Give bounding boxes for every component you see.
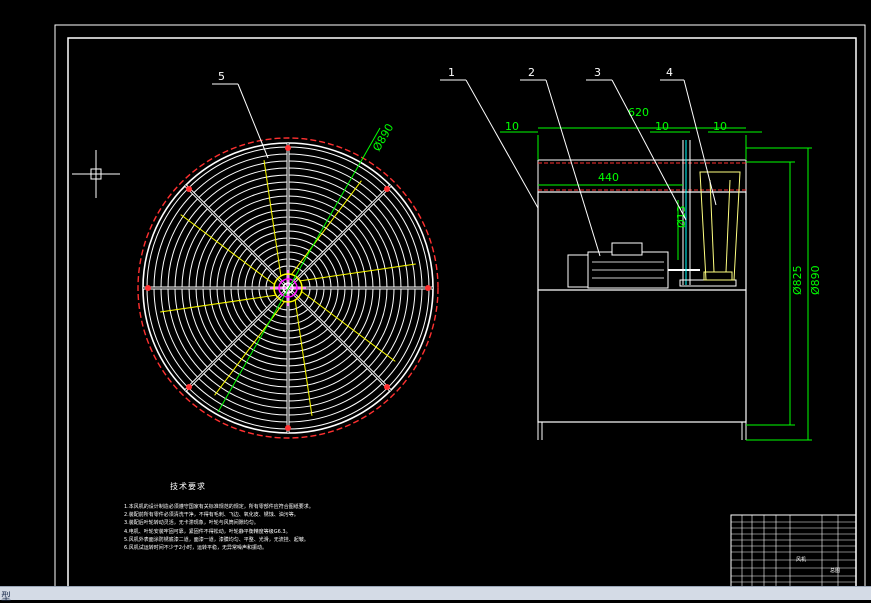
technical-requirements-title: 技术要求	[170, 482, 206, 491]
part-label-1: 1	[448, 66, 455, 79]
guard-mount-point	[383, 383, 390, 390]
dim-width-440: 440	[598, 171, 619, 184]
guard-mount-point	[186, 186, 193, 193]
part-label-5: 5	[218, 70, 225, 83]
title-block-drawing-type: 总图	[830, 567, 840, 574]
fan-blade	[214, 301, 285, 396]
guard-spoke-gap	[185, 287, 289, 391]
guard-spoke-gap	[287, 185, 391, 289]
part-label-2: 2	[528, 66, 535, 79]
guard-mount-point	[145, 285, 151, 291]
fan-blade	[291, 180, 362, 275]
part-label-3: 3	[594, 66, 601, 79]
title-block: 风机 总图	[730, 514, 857, 589]
taskbar[interactable]: 型	[0, 586, 871, 603]
fan-blade	[180, 214, 275, 285]
dim-mid-10: 10	[655, 120, 669, 133]
guard-mount-point	[285, 425, 291, 431]
dim-left-10: 10	[505, 120, 519, 133]
dim-diameter-825: Ø825	[791, 265, 804, 295]
guard-spoke-gap	[185, 185, 289, 289]
fan-blade	[301, 291, 396, 362]
guard-spoke-gap	[287, 287, 391, 391]
dim-diameter-13: Ø13	[675, 205, 688, 228]
guard-mount-point	[425, 285, 431, 291]
note-line-2: 2.装配前所有零件必须清洗干净，不得有毛刺、飞边、氧化皮、锈蚀、油污等。	[124, 512, 299, 519]
note-line-5: 5.风机外表面涂防锈底漆二道，面漆一道，漆膜均匀、平整、光滑，无流挂、起皱。	[124, 536, 309, 543]
title-block-name: 风机	[796, 556, 806, 563]
guard-mount-point	[285, 145, 291, 151]
note-line-6: 6.风机试运转时间不少于2小时，运转平稳，无异常噪声和振动。	[124, 545, 267, 552]
side-view-housing: 620 440 10 10 10 Ø13 Ø825 Ø890 1 2 3 4	[440, 66, 822, 441]
front-view-guard: Ø890 5	[137, 70, 439, 439]
note-line-1: 1.本风机的设计制造必须遵守国家有关标准规范的规定，所有零部件应符合图纸要求。	[124, 504, 314, 510]
taskbar-label[interactable]: 型	[1, 588, 11, 603]
dim-right-10: 10	[713, 120, 727, 133]
dim-diameter-890-side: Ø890	[809, 265, 822, 295]
note-line-3: 3.装配后叶轮转动灵活，无卡滞现象，叶轮与风筒间隙均匀。	[124, 520, 259, 527]
guard-mount-point	[383, 186, 390, 193]
technical-requirements-notes: 1.本风机的设计制造必须遵守国家有关标准规范的规定，所有零部件应符合图纸要求。 …	[124, 503, 424, 552]
note-line-4: 4.电机、叶轮安装牢固可靠，紧固件不得松动，叶轮静平衡精度等级G6.3。	[124, 528, 291, 535]
crosshair-cursor-icon[interactable]	[72, 150, 120, 198]
guard-mount-point	[186, 383, 193, 390]
part-label-4: 4	[666, 66, 673, 79]
